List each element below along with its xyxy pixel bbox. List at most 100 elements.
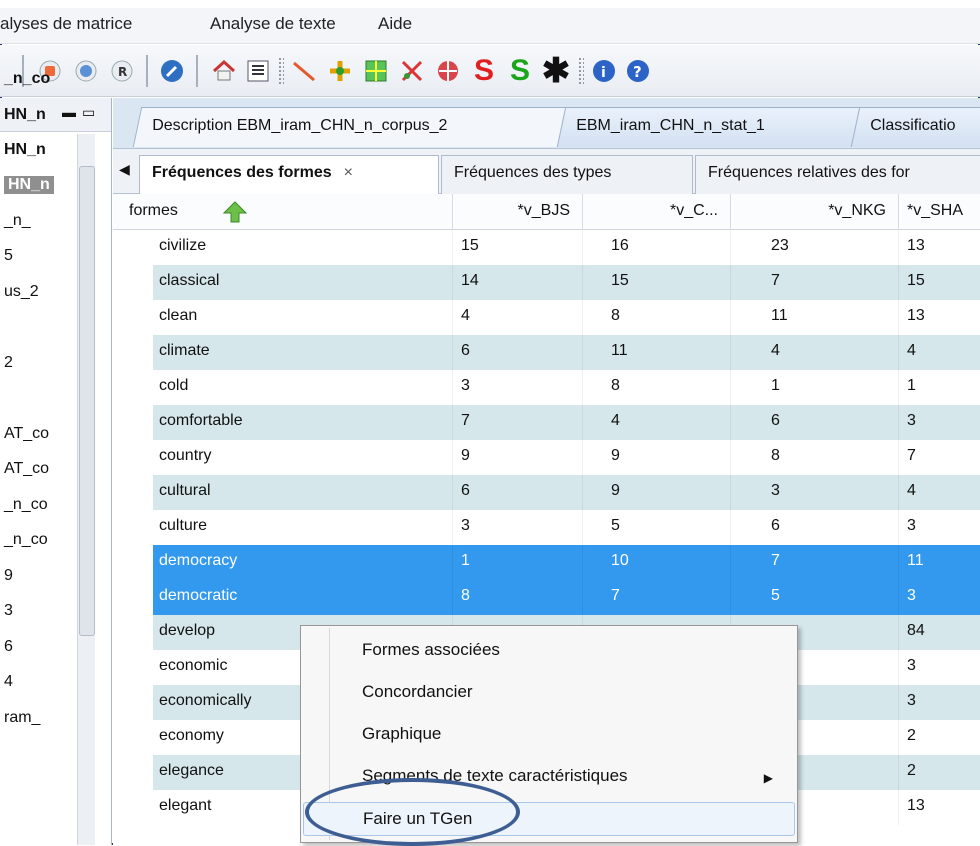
cell-value: 5 [731, 580, 899, 615]
toolbar-grip[interactable] [578, 57, 584, 85]
col-v-nkg[interactable]: *v_NKG [731, 194, 899, 230]
tree-item[interactable]: AT_co [4, 425, 49, 443]
tree-item[interactable]: _n_co [4, 531, 48, 549]
help-icon[interactable]: ? [624, 57, 652, 85]
menu-item-formes-associees[interactable]: Formes associées [303, 634, 795, 668]
cell-forme: country [153, 440, 453, 475]
table-row[interactable]: clean 4 8 11 13 [113, 300, 980, 335]
col-formes[interactable]: formes [113, 194, 453, 230]
r-icon[interactable]: R [108, 57, 136, 85]
tree-item[interactable]: HN_n [4, 176, 54, 194]
globe-red-icon[interactable] [434, 57, 462, 85]
tab-label: Fréquences relatives des for [708, 164, 910, 181]
tree-item[interactable]: 5 [4, 247, 13, 265]
cell-value: 4 [899, 475, 980, 510]
table-row[interactable]: civilize 15 16 23 13 [113, 230, 980, 265]
menu-item-graphique[interactable]: Graphique [303, 718, 795, 752]
left-pane-scrollbar[interactable] [77, 134, 95, 845]
tree-item[interactable]: 3 [4, 602, 13, 620]
tree-item[interactable]: _n_co [4, 496, 48, 514]
home-icon[interactable] [210, 57, 238, 85]
cell-forme: clean [153, 300, 453, 335]
s-icon[interactable]: S [470, 54, 498, 87]
list-icon[interactable] [244, 57, 272, 85]
scrollbar-thumb[interactable] [79, 166, 95, 636]
row-indent [113, 405, 153, 440]
cell-value: 1 [899, 370, 980, 405]
table-row[interactable]: climate 6 11 4 4 [113, 335, 980, 370]
chevron-left-icon[interactable]: ◀ [119, 161, 130, 178]
cell-value: 4 [899, 335, 980, 370]
s-green-icon[interactable]: S [506, 54, 534, 87]
tab-description[interactable]: Description EBM_iram_CHN_n_corpus_2 [132, 107, 568, 147]
row-indent [113, 720, 153, 755]
tab-frequences-relatives[interactable]: Fréquences relatives des for [695, 155, 980, 195]
grid-icon[interactable] [362, 57, 390, 85]
wrench-icon[interactable] [158, 57, 186, 85]
cell-value: 13 [899, 300, 980, 335]
menu-analyses-matrice[interactable]: alyses de matrice [0, 14, 132, 34]
tree-item[interactable]: 4 [4, 673, 13, 691]
cell-value: 3 [899, 685, 980, 720]
cell-value: 9 [583, 475, 731, 510]
cell-value: 7 [583, 580, 731, 615]
document-tabs: Description EBM_iram_CHN_n_corpus_2 EBM_… [113, 98, 980, 148]
menu-aide[interactable]: Aide [378, 14, 412, 34]
minimize-icon[interactable]: ▬ [62, 104, 76, 120]
col-v-c[interactable]: *v_C... [583, 194, 731, 230]
menu-analyse-texte[interactable]: Analyse de texte [210, 14, 336, 34]
cell-value: 8 [731, 440, 899, 475]
tree-item[interactable]: 6 [4, 638, 13, 656]
maximize-icon[interactable]: ▭ [82, 104, 95, 121]
cell-value: 3 [453, 510, 583, 545]
highlight-ellipse [305, 778, 520, 846]
svg-text:R: R [118, 65, 127, 79]
toolbar-grip[interactable] [278, 57, 284, 85]
row-indent [113, 230, 153, 265]
table-row[interactable]: democracy 1 10 7 11 [113, 545, 980, 580]
tab-stat[interactable]: EBM_iram_CHN_n_stat_1 [556, 107, 862, 147]
tab-classification[interactable]: Classificatio [850, 107, 980, 147]
tree-item[interactable]: HN_n [4, 106, 46, 124]
col-v-bjs[interactable]: *v_BJS [453, 194, 583, 230]
tree-item[interactable]: _n_ [4, 212, 31, 230]
table-header: formes *v_BJS *v_C... *v_NKG *v_SHA [113, 194, 980, 230]
plus-star-icon[interactable] [326, 57, 354, 85]
globe-icon[interactable] [72, 57, 100, 85]
cell-value: 7 [899, 440, 980, 475]
column-label: formes [129, 202, 178, 219]
top-clipped-strip [0, 0, 980, 8]
tab-frequences-types[interactable]: Fréquences des types [441, 155, 693, 195]
tree-item[interactable]: ram_ [4, 709, 40, 727]
tree-item[interactable]: _n_co [4, 70, 50, 88]
tree-item[interactable]: HN_n [4, 141, 46, 159]
cell-value: 4 [583, 405, 731, 440]
row-indent [113, 650, 153, 685]
line-chart-icon[interactable] [290, 57, 318, 85]
close-icon[interactable]: × [344, 164, 353, 181]
menu-bar: alyses de matrice Analyse de texte Aide [0, 8, 980, 44]
asterisk-icon[interactable]: ✱ [542, 52, 571, 90]
table-row[interactable]: democratic 8 7 5 3 [113, 580, 980, 615]
tree-item[interactable]: 2 [4, 354, 13, 372]
cell-forme: democracy [153, 545, 453, 580]
menu-item-concordancier[interactable]: Concordancier [303, 676, 795, 710]
table-row[interactable]: cold 3 8 1 1 [113, 370, 980, 405]
cell-value: 5 [583, 510, 731, 545]
toolbar-separator [196, 55, 198, 87]
table-row[interactable]: cultural 6 9 3 4 [113, 475, 980, 510]
col-v-sha[interactable]: *v_SHA [899, 194, 980, 230]
info-icon[interactable]: i [590, 57, 618, 85]
tab-frequences-formes[interactable]: Fréquences des formes × [139, 155, 439, 195]
tree-item[interactable]: 9 [4, 567, 13, 585]
table-row[interactable]: classical 14 15 7 15 [113, 265, 980, 300]
tree-item[interactable]: us_2 [4, 283, 39, 301]
tree-item[interactable]: AT_co [4, 460, 49, 478]
table-row[interactable]: country 9 9 8 7 [113, 440, 980, 475]
tab-label: EBM_iram_CHN_n_stat_1 [576, 117, 765, 134]
table-row[interactable]: culture 3 5 6 3 [113, 510, 980, 545]
column-label: *v_SHA [907, 202, 964, 219]
cell-value: 1 [453, 545, 583, 580]
scatter-icon[interactable] [398, 57, 426, 85]
table-row[interactable]: comfortable 7 4 6 3 [113, 405, 980, 440]
